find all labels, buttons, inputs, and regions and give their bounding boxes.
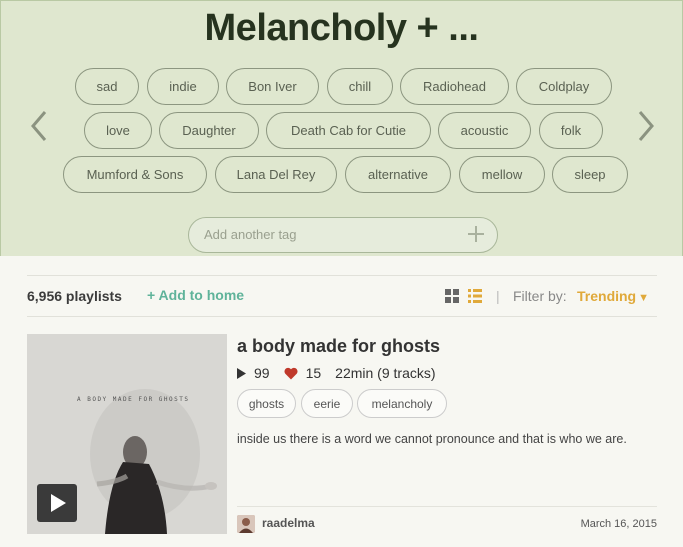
filter-value: Trending xyxy=(577,288,637,304)
tag-sleep[interactable]: sleep xyxy=(552,156,628,193)
play-count: 99 xyxy=(254,365,270,381)
list-view-icon[interactable] xyxy=(468,289,482,303)
playlist-duration: 22min (9 tracks) xyxy=(335,365,436,381)
publish-date: March 16, 2015 xyxy=(580,518,657,530)
chevron-right-icon[interactable] xyxy=(634,109,658,145)
tag-folk[interactable]: folk xyxy=(539,112,603,149)
filter-dropdown[interactable]: Trending ▼ xyxy=(577,288,649,304)
add-tag-input[interactable] xyxy=(204,227,454,242)
playlist-tag-ghosts[interactable]: ghosts xyxy=(237,389,296,418)
tag-header: Melancholy + ... sad indie Bon Iver chil… xyxy=(0,0,683,256)
tag-alternative[interactable]: alternative xyxy=(345,156,451,193)
page-title: Melancholy + ... xyxy=(204,7,479,49)
playlist-card: A BODY MADE FOR GHOSTS a body made for g… xyxy=(27,334,657,534)
chevron-left-icon[interactable] xyxy=(27,109,51,145)
playlist-title[interactable]: a body made for ghosts xyxy=(237,336,440,357)
author-link[interactable]: raadelma xyxy=(262,516,315,530)
play-icon xyxy=(237,367,246,379)
divider: | xyxy=(496,288,500,304)
tag-love[interactable]: love xyxy=(84,112,152,149)
plus-icon[interactable] xyxy=(465,223,487,245)
playlist-tag-melancholy[interactable]: melancholy xyxy=(357,389,447,418)
tag-death-cab-for-cutie[interactable]: Death Cab for Cutie xyxy=(266,112,431,149)
add-to-home-link[interactable]: + Add to home xyxy=(147,287,244,303)
playlist-description: inside us there is a word we cannot pron… xyxy=(237,432,627,446)
play-button[interactable] xyxy=(37,484,77,522)
tag-daughter[interactable]: Daughter xyxy=(159,112,259,149)
playlist-count: 6,956 playlists xyxy=(27,288,122,304)
tag-bon-iver[interactable]: Bon Iver xyxy=(226,68,319,105)
tag-coldplay[interactable]: Coldplay xyxy=(516,68,612,105)
tag-mellow[interactable]: mellow xyxy=(459,156,545,193)
playlist-stats: 99 15 22min (9 tracks) xyxy=(237,364,436,382)
playlist-footer: raadelma March 16, 2015 xyxy=(237,506,657,534)
tag-lana-del-rey[interactable]: Lana Del Rey xyxy=(215,156,337,193)
chevron-down-icon: ▼ xyxy=(638,292,650,304)
heart-icon[interactable] xyxy=(284,367,298,380)
playlist-tag-eerie[interactable]: eerie xyxy=(301,389,353,418)
avatar[interactable] xyxy=(237,515,255,533)
tag-radiohead[interactable]: Radiohead xyxy=(400,68,509,105)
grid-view-icon[interactable] xyxy=(445,289,459,303)
tag-acoustic[interactable]: acoustic xyxy=(438,112,531,149)
tag-chill[interactable]: chill xyxy=(327,68,393,105)
tag-mumford-sons[interactable]: Mumford & Sons xyxy=(63,156,207,193)
cover-title-text: A BODY MADE FOR GHOSTS xyxy=(77,396,190,403)
tag-sad[interactable]: sad xyxy=(75,68,139,105)
filter-label: Filter by: xyxy=(513,288,567,304)
add-tag-field xyxy=(188,217,498,253)
results-toolbar: 6,956 playlists + Add to home | Filter b… xyxy=(27,275,657,317)
playlist-cover[interactable]: A BODY MADE FOR GHOSTS xyxy=(27,334,227,534)
like-count: 15 xyxy=(305,365,322,381)
tag-indie[interactable]: indie xyxy=(147,68,219,105)
